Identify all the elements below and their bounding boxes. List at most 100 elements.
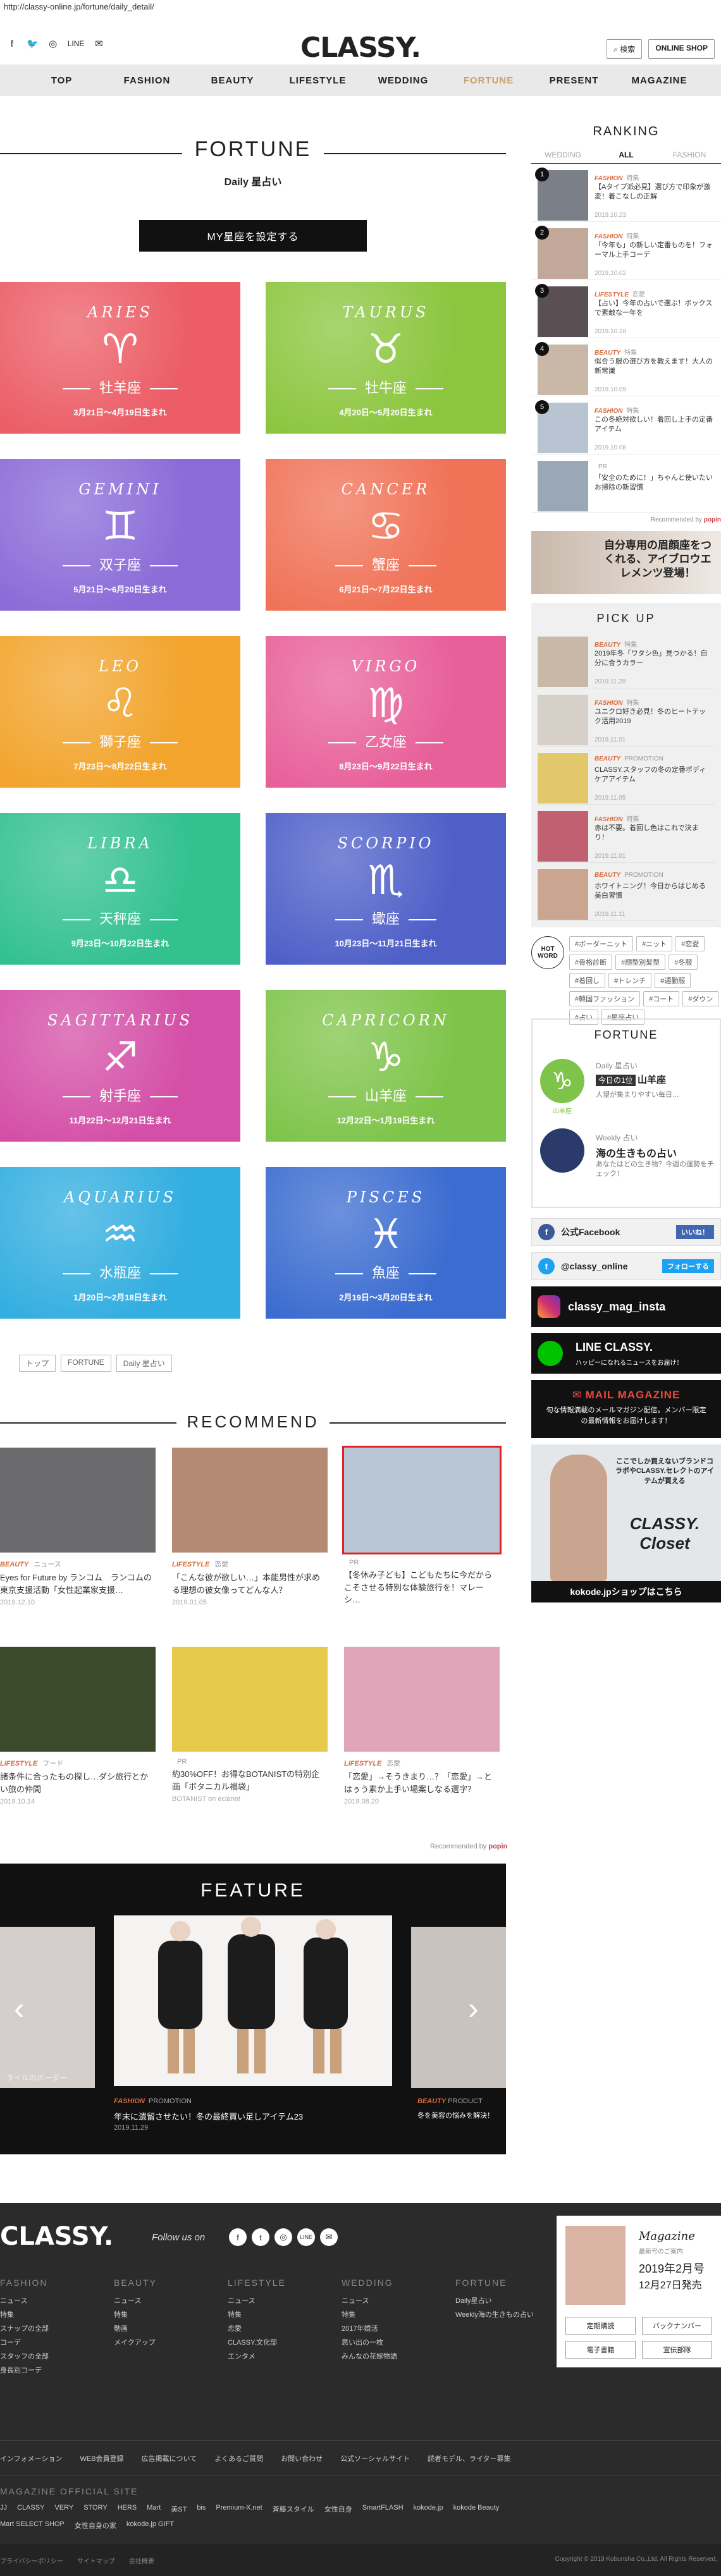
ranking-item-title[interactable]: この冬絶対欲しい！着回し上手の定番アイテム xyxy=(595,415,717,435)
footer-bottom-link[interactable]: サイトマップ xyxy=(77,2556,115,2565)
pickup-item-title[interactable]: ユニクロ好き必見！冬のヒートテック活用2019 xyxy=(595,707,711,727)
hotword-tag[interactable]: #恋愛 xyxy=(675,936,705,951)
recommend-card-image[interactable] xyxy=(0,1647,156,1752)
set-my-sign-button[interactable]: MY星座を設定する xyxy=(139,220,367,252)
official-site-link[interactable]: STORY xyxy=(83,2504,108,2514)
twitter-follow-button[interactable]: フォローする xyxy=(662,1259,714,1273)
footer-link[interactable]: 動画 xyxy=(114,2323,221,2333)
weekly-title[interactable]: 海の生きもの占い xyxy=(596,1145,677,1160)
pickup-item-title[interactable]: 赤は不要。着回し色はこれで決まり！ xyxy=(595,824,711,843)
footer-link[interactable]: スナップの全部 xyxy=(0,2323,108,2333)
pickup-item-image[interactable] xyxy=(538,753,588,803)
hotword-tag[interactable]: #トレンチ xyxy=(608,973,652,988)
zodiac-tile-aquarius[interactable]: AQUARIUS ♒ 水瓶座 1月20日〜2月18日生まれ xyxy=(0,1167,240,1319)
official-site-link[interactable]: 斉藤スタイル xyxy=(273,2504,314,2514)
footer-column-heading[interactable]: FORTUNE xyxy=(455,2278,563,2288)
footer-bottom-link[interactable]: 会社概要 xyxy=(129,2556,154,2565)
zodiac-tile-taurus[interactable]: TAURUS ♉ 牡牛座 4月20日〜5月20日生まれ xyxy=(266,282,506,434)
backnumber-button[interactable]: バックナンバー xyxy=(642,2317,712,2335)
instagram-button[interactable]: classy_mag_insta xyxy=(531,1286,721,1327)
pickup-item[interactable]: BEAUTY PROMOTION ホワイトニング！今日からはじめる美白習慣 2019.… xyxy=(538,863,715,921)
footer-link[interactable]: Daily星占い xyxy=(455,2295,563,2305)
recommend-card-title[interactable]: 「こんな彼が欲しい…」本能男性が求める理想の彼女像ってどんな人？ xyxy=(172,1572,328,1596)
pickup-item-title[interactable]: ホワイトニング！今日からはじめる美白習慣 xyxy=(595,882,711,901)
footer-link[interactable]: Weekly海の生きもの占い xyxy=(455,2309,563,2319)
pickup-item-image[interactable] xyxy=(538,637,588,687)
footer-info-link[interactable]: WEB会員登録 xyxy=(80,2453,123,2463)
feature-next-arrow[interactable]: › xyxy=(468,1990,479,2027)
footer-link[interactable]: ニュース xyxy=(342,2295,449,2305)
zodiac-tile-pisces[interactable]: PISCES ♓ 魚座 2月19日〜3月20日生まれ xyxy=(266,1167,506,1319)
facebook-like-button[interactable]: いいね！ xyxy=(676,1225,714,1239)
footer-link[interactable]: エンタメ xyxy=(228,2351,335,2361)
footer-link[interactable]: 恋愛 xyxy=(228,2323,335,2333)
pickup-item-image[interactable] xyxy=(538,695,588,745)
footer-info-link[interactable]: 公式ソーシャルサイト xyxy=(340,2453,410,2463)
feature-slide-right[interactable] xyxy=(411,1927,506,2088)
recommend-card-image[interactable] xyxy=(0,1448,156,1553)
hotword-tag[interactable]: #骨格診断 xyxy=(569,955,613,970)
recommend-card-image[interactable] xyxy=(344,1647,500,1752)
footer-info-link[interactable]: よくあるご質問 xyxy=(214,2453,263,2463)
footer-link[interactable]: ニュース xyxy=(114,2295,221,2305)
ranking-item[interactable]: 5 FASHION 特集 この冬絶対欲しい！着回し上手の定番アイテム 2019.10.0… xyxy=(531,396,721,455)
ranking-item-title[interactable]: 似合う服の選び方を教えます！大人の新常識 xyxy=(595,357,717,377)
footer-link[interactable]: 思い出の一枚 xyxy=(342,2337,449,2347)
official-site-link[interactable]: 女性自身 xyxy=(324,2504,352,2514)
ranking-item-image[interactable] xyxy=(538,461,588,511)
promo-team-button[interactable]: 宣伝部隊 xyxy=(642,2341,712,2359)
zodiac-tile-libra[interactable]: LIBRA ♎ 天秤座 9月23日〜10月22日生まれ xyxy=(0,813,240,965)
search-button[interactable]: ⌕ 検索 xyxy=(607,39,643,59)
recommend-card[interactable]: BEAUTY ニュース Eyes for Future by ランコム ランコムの東… xyxy=(0,1448,156,1606)
hotword-tag[interactable]: #着回し xyxy=(569,973,606,988)
footer-line-icon[interactable]: LINE xyxy=(297,2228,315,2246)
recommend-card-title[interactable]: 【冬休み子ども】こどもたちに今だからこそさせる特別な体験旅行を！マレーシ… xyxy=(344,1569,500,1606)
ranking-item[interactable]: 3 LIFESTYLE 恋愛 【占い】今年の占いで選ぶ！ボックスで素敵な一年を 2019… xyxy=(531,280,721,338)
footer-facebook-icon[interactable]: f xyxy=(229,2228,247,2246)
footer-info-link[interactable]: インフォメーション xyxy=(0,2453,62,2463)
zodiac-tile-leo[interactable]: LEO ♌ 獅子座 7月23日〜8月22日生まれ xyxy=(0,636,240,788)
pickup-item[interactable]: BEAUTY PROMOTION CLASSY.スタッフの冬の定番ボディケアアイテム… xyxy=(538,747,715,805)
zodiac-tile-cancer[interactable]: CANCER ♋ 蟹座 6月21日〜7月22日生まれ xyxy=(266,459,506,611)
hotword-tag[interactable]: #ダウン xyxy=(682,991,719,1006)
ranking-item-title[interactable]: 「安全のために！」ちゃんと使いたいお掃除の新習慣 xyxy=(595,473,717,493)
nav-lifestyle[interactable]: LIFESTYLE xyxy=(275,75,360,86)
official-site-link[interactable]: 美ST xyxy=(171,2504,187,2514)
pickup-item-title[interactable]: CLASSY.スタッフの冬の定番ボディケアアイテム xyxy=(595,766,711,785)
footer-column-heading[interactable]: LIFESTYLE xyxy=(228,2278,335,2288)
footer-bottom-link[interactable]: プライバシーポリシー xyxy=(0,2556,63,2565)
official-site-link[interactable]: kokode Beauty xyxy=(453,2504,500,2514)
facebook-button[interactable]: f 公式Facebook いいね！ xyxy=(531,1218,721,1246)
footer-link[interactable]: 2017年婚活 xyxy=(342,2323,449,2333)
ranking-item-title[interactable]: 【占い】今年の占いで選ぶ！ボックスで素敵な一年を xyxy=(595,299,717,319)
zodiac-tile-virgo[interactable]: VIRGO ♍ 乙女座 8月23日〜9月22日生まれ xyxy=(266,636,506,788)
zodiac-tile-scorpio[interactable]: SCORPIO ♏ 蠍座 10月23日〜11月21日生まれ xyxy=(266,813,506,965)
hotword-tag[interactable]: #通勤服 xyxy=(655,973,691,988)
hotword-tag[interactable]: #韓国ファッション xyxy=(569,991,641,1006)
pickup-item-title[interactable]: 2019年冬「ワタシ色」見つかる！自分に合うカラー xyxy=(595,649,711,669)
recommend-card[interactable]: LIFESTYLE 恋愛 「こんな彼が欲しい…」本能男性が求める理想の彼女像ってどん… xyxy=(172,1448,328,1606)
recommend-card[interactable]: PR 【冬休み子ども】こどもたちに今だからこそさせる特別な体験旅行を！マレーシ… xyxy=(342,1446,502,1609)
daily-text[interactable]: 人望が集まりやすい毎日… xyxy=(596,1089,679,1099)
official-site-link[interactable]: Premium-X.net xyxy=(216,2504,262,2514)
footer-info-link[interactable]: 読者モデル、ライター募集 xyxy=(428,2453,511,2463)
ranking-item-title[interactable]: 【Aタイプ派必見】選び方で印象が激変！着こなしの正解 xyxy=(595,183,717,202)
footer-instagram-icon[interactable]: ◎ xyxy=(274,2228,292,2246)
hotword-tag[interactable]: #コート xyxy=(643,991,680,1006)
recommend-card-title[interactable]: 約30%OFF！お得なBOTANISTの特別企画「ボタニカル福袋」 xyxy=(172,1768,328,1793)
official-site-link[interactable]: Mart xyxy=(147,2504,161,2514)
official-site-link[interactable]: bis xyxy=(197,2504,206,2514)
hotword-tag[interactable]: #顔型別髪型 xyxy=(615,955,666,970)
official-site-link[interactable]: 女性自身の家 xyxy=(75,2520,116,2530)
kokode-shop-link[interactable]: kokode.jpショップはこちら xyxy=(531,1581,721,1602)
feature-slide-main[interactable] xyxy=(114,1915,392,2086)
magazine-cover-image[interactable] xyxy=(565,2226,625,2305)
footer-twitter-icon[interactable]: t xyxy=(252,2228,269,2246)
recommend-card-image[interactable] xyxy=(342,1446,502,1554)
twitter-button[interactable]: t @classy_online フォローする xyxy=(531,1252,721,1280)
recommend-card[interactable]: LIFESTYLE フード 諸条件に合ったもの探し…ダシ旅行とかい旅の仲間 2019.… xyxy=(0,1647,156,1805)
mail-magazine-banner[interactable]: ✉ MAIL MAGAZINE 旬な情報満載のメールマガジン配信。メンバー限定の… xyxy=(531,1380,721,1438)
hotword-tag[interactable]: #ニット xyxy=(636,936,673,951)
nav-present[interactable]: PRESENT xyxy=(531,75,617,86)
official-site-link[interactable]: JJ xyxy=(0,2504,7,2514)
